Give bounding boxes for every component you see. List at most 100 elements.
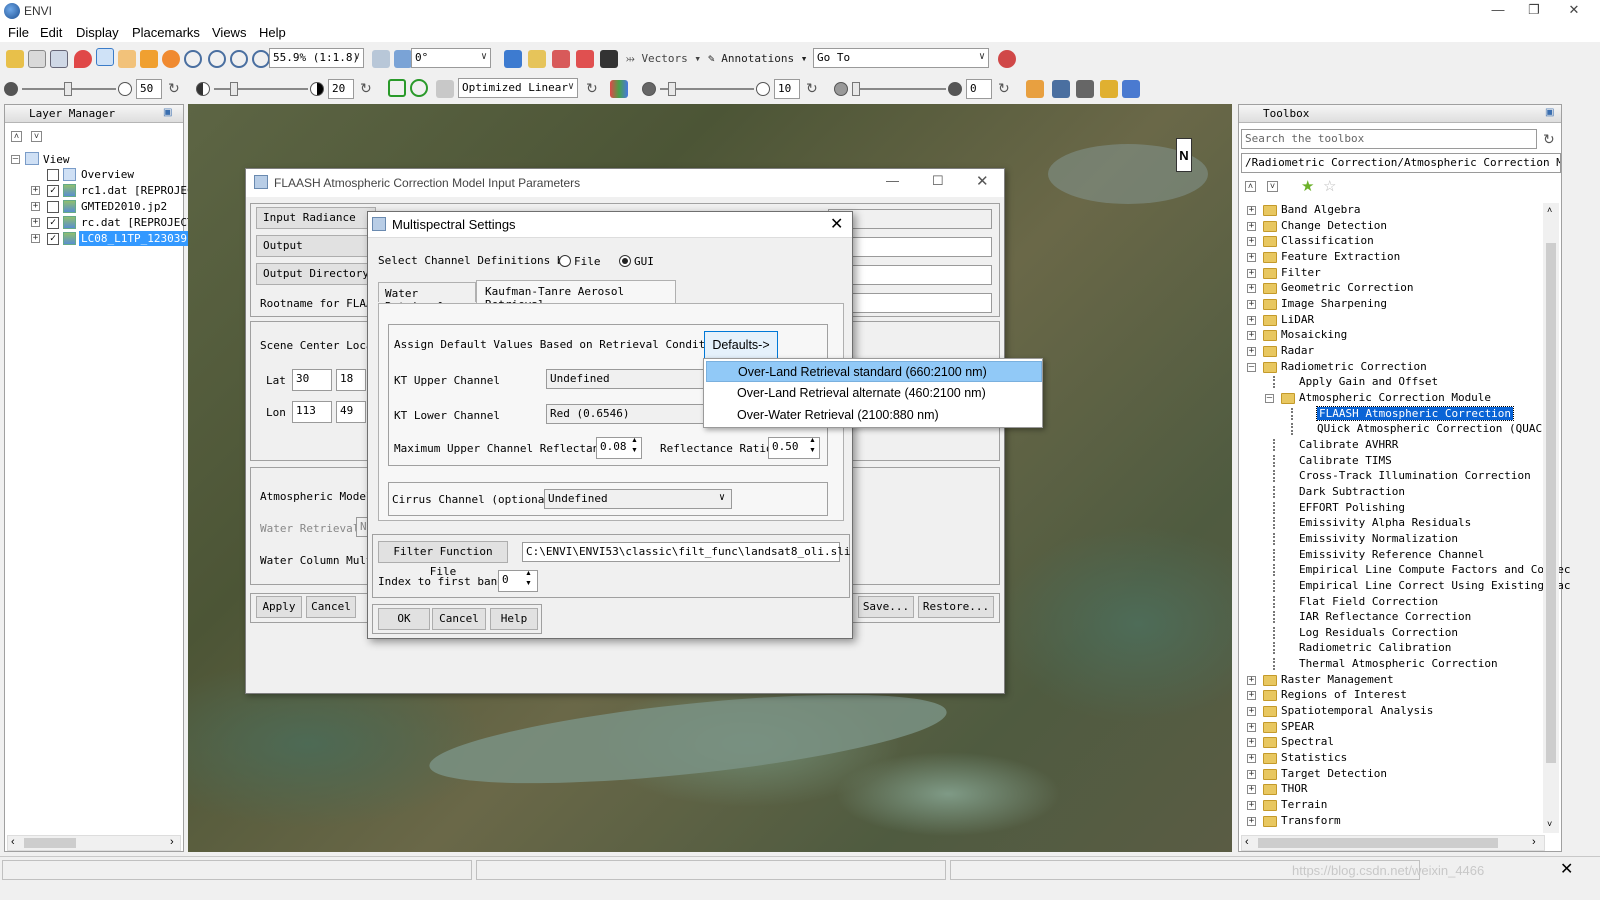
toolbox-folder[interactable]: + Target Detection [1239,767,1543,782]
help-button[interactable]: Help [490,608,538,630]
lon-deg-input[interactable]: 113 [292,401,332,423]
stretch-roi-icon[interactable] [410,79,428,97]
toolbox-folder[interactable]: + Transform [1239,814,1543,829]
spin-down-icon[interactable]: ▼ [631,447,638,454]
rotate-right-icon[interactable] [394,50,412,68]
cancel-button[interactable]: Cancel [432,608,486,630]
add-favorite-icon[interactable]: ☆ [1323,177,1336,195]
toolbox-folder[interactable]: + Feature Extraction [1239,250,1543,265]
expand-icon[interactable]: + [1247,785,1256,795]
maximize-button[interactable]: ❐ [1516,2,1552,20]
spectral-profile-icon[interactable] [528,50,546,68]
toolbox-folder[interactable]: – Atmospheric Correction Module [1239,391,1543,406]
restore-button[interactable]: Restore... [918,596,994,618]
expand-icon[interactable]: + [1247,816,1256,826]
toolbox-folder[interactable]: – Radiometric Correction [1239,360,1543,375]
rotate-icon[interactable] [162,50,180,68]
toolbox-tool[interactable]: Radiometric Calibration [1239,641,1543,656]
layer-checkbox[interactable]: ✓ [47,217,59,229]
expand-icon[interactable]: + [1247,675,1256,685]
reset-brightness-icon[interactable]: ↻ [168,80,180,97]
histogram-icon[interactable] [1026,80,1044,98]
open-icon[interactable] [6,50,24,68]
toolbox-folder[interactable]: + Terrain [1239,798,1543,813]
collapse-all-icon[interactable]: ˄ [1245,181,1256,192]
contrast-slider-thumb[interactable] [230,82,238,96]
toolbox-folder[interactable]: + THOR [1239,782,1543,797]
zoom-full-icon[interactable] [252,50,270,68]
menu-item-over-water[interactable]: Over-Water Retrieval (2100:880 nm) [706,405,1042,426]
filter-function-button[interactable]: Filter Function File [378,541,508,578]
cursor-value-icon[interactable] [552,50,570,68]
expand-icon[interactable]: + [1247,738,1256,748]
toolbox-folder[interactable]: + Band Algebra [1239,203,1543,218]
measure-icon[interactable] [576,50,594,68]
toolbox-tool[interactable]: Dark Subtraction [1239,485,1543,500]
expand-all-icon[interactable]: ˅ [31,131,42,142]
toolbox-folder[interactable]: + Statistics [1239,751,1543,766]
expand-icon[interactable]: + [1247,722,1256,732]
portal-icon[interactable] [1052,80,1070,98]
expand-icon[interactable]: + [1247,299,1256,309]
expand-icon[interactable]: + [1247,237,1256,247]
close-button[interactable]: ✕ [976,172,989,190]
spin-down-icon[interactable]: ▼ [525,580,532,587]
pin-icon[interactable]: ▣ [1545,107,1554,118]
toolbox-tool[interactable]: Empirical Line Correct Using Existing Fa… [1239,579,1571,594]
expand-icon[interactable]: + [1247,346,1256,356]
sharpen-value[interactable]: 10 [774,79,800,99]
toolbox-folder[interactable]: + Spatiotemporal Analysis [1239,704,1543,719]
menu-display[interactable]: Display [76,25,119,40]
expand-icon[interactable]: + [1247,284,1256,294]
scroll-thumb[interactable] [1258,838,1498,848]
save-button[interactable]: Save... [858,596,914,618]
defaults-button[interactable]: Defaults-> [704,331,778,359]
tab-water-retrieval[interactable]: Water Retrieval [378,282,476,313]
toolbox-folder[interactable]: + Geometric Correction [1239,281,1543,296]
select-cursor-icon[interactable] [96,48,114,66]
data-manager-icon[interactable] [28,50,46,68]
contrast-value[interactable]: 20 [328,79,354,99]
expand-icon[interactable]: + [1247,754,1256,764]
goto-combo[interactable]: Go To ∨ [813,48,989,68]
menu-placemarks[interactable]: Placemarks [132,25,200,40]
placemark-icon[interactable] [74,50,92,68]
swipe-icon[interactable] [1122,80,1140,98]
layer-checkbox[interactable]: ✓ [47,233,59,245]
lat-deg-input[interactable]: 30 [292,369,332,391]
expand-icon[interactable]: + [1247,769,1256,779]
menu-item-over-land-standard[interactable]: Over-Land Retrieval standard (660:2100 n… [706,361,1042,382]
toolbox-hscrollbar[interactable]: ‹ › [1241,835,1545,851]
radio-file[interactable] [559,255,571,267]
camera-icon[interactable] [600,50,618,68]
cancel-button[interactable]: Cancel [306,596,356,618]
spin-up-icon[interactable]: ▲ [525,570,532,577]
toolbox-folder[interactable]: + LiDAR [1239,313,1543,328]
expand-icon[interactable]: + [1247,315,1256,325]
index-spinner[interactable]: ▲ ▼ [524,570,536,591]
layer-hscrollbar[interactable]: ‹ › [7,835,181,851]
toolbox-folder[interactable]: + Change Detection [1239,219,1543,234]
menu-views[interactable]: Views [212,25,246,40]
transparency-value[interactable]: 0 [966,79,992,99]
expand-all-icon[interactable]: ˅ [1267,181,1278,192]
menu-edit[interactable]: Edit [40,25,62,40]
scroll-right-icon[interactable]: › [1532,836,1536,848]
blend-icon[interactable] [1076,80,1094,98]
toolbox-tool[interactable]: Calibrate TIMS [1239,454,1543,469]
toolbox-tool[interactable]: Apply Gain and Offset [1239,375,1543,390]
crosshair-icon[interactable] [504,50,522,68]
toolbox-tool[interactable]: Flat Field Correction [1239,595,1543,610]
stretch-icon[interactable] [388,79,406,97]
scroll-right-icon[interactable]: › [170,836,174,848]
expand-icon[interactable]: + [31,186,40,195]
menu-item-over-land-alternate[interactable]: Over-Land Retrieval alternate (460:2100 … [706,383,1042,404]
transparency-slider-thumb[interactable] [852,82,860,96]
minimize-button[interactable]: — [886,173,899,188]
favorites-star-icon[interactable]: ★ [1301,177,1314,195]
stretch-options-icon[interactable] [436,80,454,98]
layer-checkbox[interactable]: ✓ [47,185,59,197]
expand-icon[interactable]: + [31,234,40,243]
expand-icon[interactable]: + [1247,268,1256,278]
globe-link-icon[interactable] [998,50,1016,68]
